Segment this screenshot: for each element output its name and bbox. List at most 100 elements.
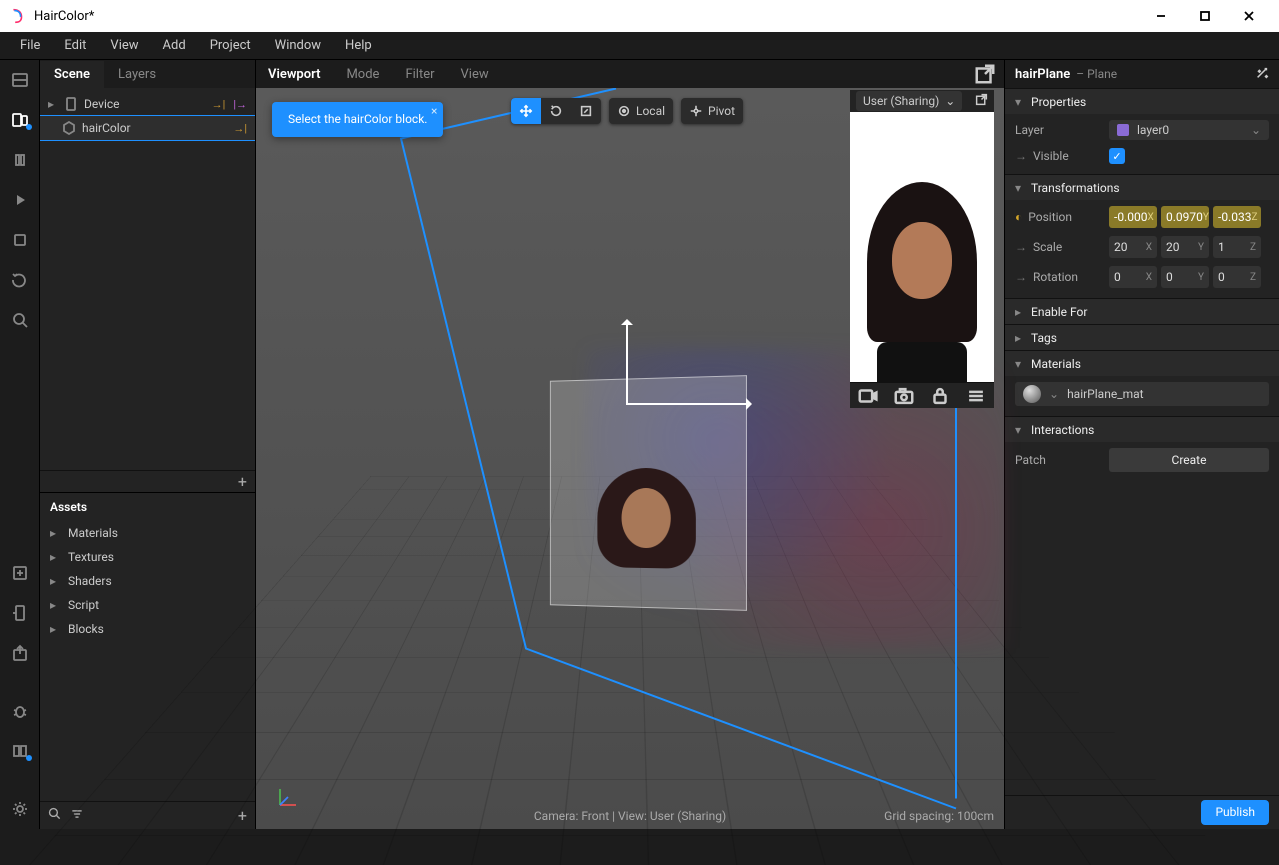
tool-move-button[interactable]: [511, 98, 541, 124]
rotation-x-input[interactable]: 0X: [1109, 266, 1157, 288]
preview-lock-icon[interactable]: [929, 385, 951, 407]
assets-row-label: Materials: [68, 526, 118, 540]
preview-panel: User (Sharing) ⌄: [850, 90, 994, 408]
assets-row-label: Blocks: [68, 622, 104, 636]
preview-record-icon[interactable]: [857, 385, 879, 407]
assets-row-script[interactable]: ▸Script: [40, 593, 255, 617]
menu-bar: File Edit View Add Project Window Help: [0, 32, 1279, 60]
app-logo-icon: [8, 7, 26, 25]
assets-row-label: Shaders: [68, 574, 112, 588]
preview-image: [850, 112, 994, 382]
material-slot[interactable]: ⌄ hairPlane_mat: [1015, 382, 1269, 406]
position-x-input[interactable]: -0.000X: [1109, 206, 1157, 228]
chevron-right-icon: ▸: [48, 97, 58, 111]
tooltip-close-icon[interactable]: ×: [431, 104, 437, 118]
rail-stop-icon[interactable]: [4, 224, 36, 256]
publish-button[interactable]: Publish: [1201, 800, 1269, 825]
viewport-tab-viewport[interactable]: Viewport: [264, 63, 324, 86]
section-properties[interactable]: ▾Properties: [1005, 88, 1279, 114]
section-transformations[interactable]: ▾Transformations: [1005, 174, 1279, 200]
rail-search-icon[interactable]: [4, 304, 36, 336]
minimize-button[interactable]: [1139, 1, 1183, 31]
scale-z-input[interactable]: 1Z: [1213, 236, 1261, 258]
tool-scale-button[interactable]: [571, 98, 601, 124]
tab-scene[interactable]: Scene: [40, 61, 104, 88]
chevron-down-icon: ⌄: [945, 94, 955, 108]
rail-devices-icon[interactable]: [4, 104, 36, 136]
status-camera-text: Camera: Front | View: User (Sharing): [534, 809, 726, 823]
window-titlebar: HairColor*: [0, 0, 1279, 32]
tool-rotate-button[interactable]: [541, 98, 571, 124]
preview-camera-icon[interactable]: [893, 385, 915, 407]
rail-add-icon[interactable]: [4, 557, 36, 589]
pivot-toggle-button[interactable]: Pivot: [681, 98, 743, 124]
close-button[interactable]: [1227, 1, 1271, 31]
rail-library-icon[interactable]: [4, 735, 36, 767]
visible-label: →Visible: [1015, 149, 1101, 163]
plane-object[interactable]: [550, 375, 747, 611]
section-materials[interactable]: ▾Materials: [1005, 350, 1279, 376]
menu-project[interactable]: Project: [198, 34, 263, 57]
inspector-object-name: hairPlane: [1015, 67, 1070, 82]
viewport-tabs: Viewport Mode Filter View: [256, 60, 1004, 88]
rail-pause-icon[interactable]: [4, 144, 36, 176]
menu-window[interactable]: Window: [263, 34, 333, 57]
menu-add[interactable]: Add: [151, 34, 198, 57]
rotation-y-input[interactable]: 0Y: [1161, 266, 1209, 288]
section-title: Tags: [1031, 331, 1057, 345]
assets-row-materials[interactable]: ▸Materials: [40, 521, 255, 545]
rotation-z-input[interactable]: 0Z: [1213, 266, 1261, 288]
viewport-tab-view[interactable]: View: [457, 63, 493, 86]
popout-icon[interactable]: [975, 93, 988, 109]
scene-add-bar: +: [40, 470, 255, 492]
assets-row-shaders[interactable]: ▸Shaders: [40, 569, 255, 593]
menu-edit[interactable]: Edit: [52, 34, 98, 57]
row-action-icon[interactable]: →|: [212, 98, 226, 111]
viewport-toolbar: Local Pivot: [511, 98, 743, 124]
layer-dropdown[interactable]: layer0 ⌄: [1109, 120, 1269, 140]
section-title: Interactions: [1031, 423, 1094, 437]
section-interactions[interactable]: ▾Interactions: [1005, 416, 1279, 442]
scene-panel-tabs: Scene Layers: [40, 60, 255, 88]
rail-layout1-icon[interactable]: [4, 64, 36, 96]
maximize-button[interactable]: [1183, 1, 1227, 31]
rail-settings-icon[interactable]: [4, 793, 36, 825]
section-tags[interactable]: ▸Tags: [1005, 324, 1279, 350]
section-enablefor[interactable]: ▸Enable For: [1005, 298, 1279, 324]
patch-label: Patch: [1015, 453, 1101, 467]
scale-y-input[interactable]: 20Y: [1161, 236, 1209, 258]
menu-help[interactable]: Help: [333, 34, 384, 57]
transform-gizmo[interactable]: [626, 403, 628, 405]
assets-row-blocks[interactable]: ▸Blocks: [40, 617, 255, 641]
preview-mode-dropdown[interactable]: User (Sharing) ⌄: [856, 91, 962, 111]
inspector-magic-icon[interactable]: [1255, 66, 1269, 83]
popout-icon[interactable]: [974, 63, 996, 85]
tab-layers[interactable]: Layers: [104, 61, 170, 88]
row-action-icon[interactable]: |→: [233, 98, 247, 111]
rail-play-icon[interactable]: [4, 184, 36, 216]
search-icon[interactable]: [48, 807, 62, 824]
visible-checkbox[interactable]: ✓: [1109, 148, 1125, 164]
row-action-icon[interactable]: →|: [233, 122, 247, 135]
rail-bug-icon[interactable]: [4, 695, 36, 727]
menu-file[interactable]: File: [8, 34, 52, 57]
scene-row-haircolor[interactable]: hairColor →|: [40, 116, 255, 140]
scene-row-label: Device: [84, 97, 204, 111]
section-title: Transformations: [1031, 181, 1120, 195]
rail-refresh-icon[interactable]: [4, 264, 36, 296]
assets-row-textures[interactable]: ▸Textures: [40, 545, 255, 569]
rail-mobile-icon[interactable]: [4, 597, 36, 629]
preview-menu-icon[interactable]: [965, 385, 987, 407]
position-y-input[interactable]: 0.0970Y: [1161, 206, 1209, 228]
create-patch-button[interactable]: Create: [1109, 448, 1269, 472]
viewport-tab-filter[interactable]: Filter: [401, 63, 438, 86]
rail-export-icon[interactable]: [4, 637, 36, 669]
scale-x-input[interactable]: 20X: [1109, 236, 1157, 258]
scene-row-device[interactable]: ▸ Device →| |→: [40, 92, 255, 116]
viewport-canvas[interactable]: Local Pivot Select the hairColor block. …: [256, 88, 1004, 829]
add-icon[interactable]: +: [238, 472, 247, 491]
local-toggle-button[interactable]: Local: [609, 98, 673, 124]
menu-view[interactable]: View: [98, 34, 150, 57]
position-z-input[interactable]: -0.033Z: [1213, 206, 1261, 228]
viewport-tab-mode[interactable]: Mode: [342, 63, 383, 86]
